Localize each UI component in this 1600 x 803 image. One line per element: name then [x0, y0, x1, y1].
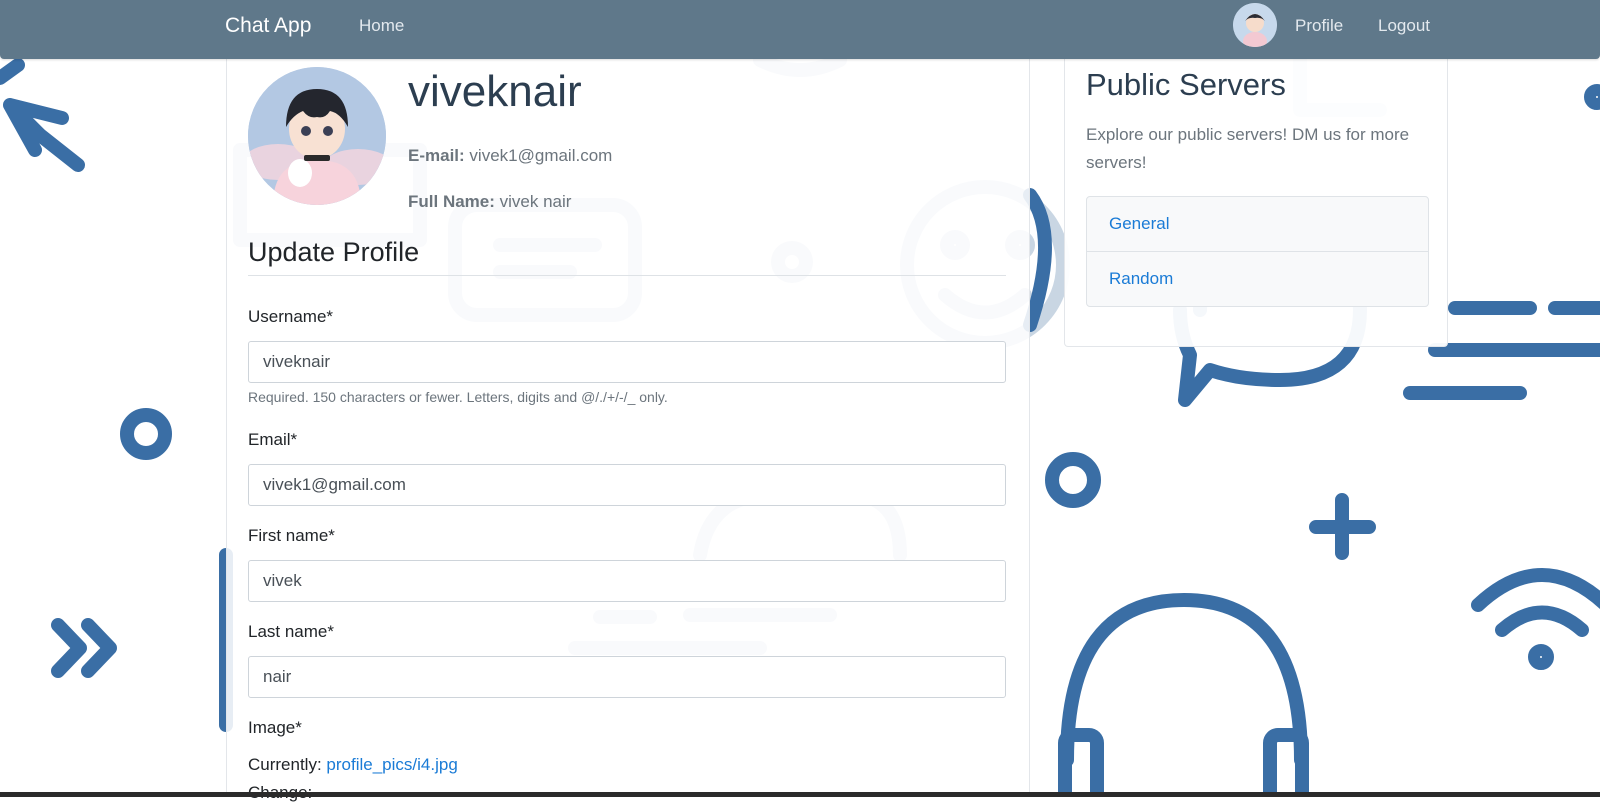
- profile-username: viveknair: [408, 67, 582, 116]
- public-servers-description: Explore our public servers! DM us for mo…: [1086, 125, 1410, 172]
- fast-forward-icon: [51, 618, 117, 678]
- fullname-value: vivek nair: [499, 192, 572, 211]
- top-navbar: Chat App Home Profile Logout: [0, 0, 1600, 59]
- public-servers-title: Public Servers: [1086, 67, 1286, 102]
- last-name-input[interactable]: [248, 656, 1006, 698]
- ring-icon: [120, 408, 172, 460]
- section-divider: [248, 275, 1006, 276]
- plus-icon: [1309, 493, 1376, 560]
- fullname-label: Full Name:: [408, 192, 495, 211]
- username-help-text: Required. 150 characters or fewer. Lette…: [248, 389, 668, 405]
- currently-label: Currently:: [248, 755, 322, 774]
- email-input[interactable]: [248, 464, 1006, 506]
- server-item-random[interactable]: Random: [1087, 251, 1428, 306]
- window-bottom-edge: [0, 792, 1600, 797]
- profile-avatar-image: [248, 67, 386, 205]
- current-image-link[interactable]: profile_pics/i4.jpg: [326, 755, 457, 774]
- email-label: E-mail:: [408, 146, 465, 165]
- update-profile-heading: Update Profile: [248, 237, 420, 267]
- username-field-label: Username*: [248, 307, 334, 326]
- image-field-label: Image*: [248, 718, 302, 737]
- nav-profile-link[interactable]: Profile: [1295, 16, 1343, 36]
- profile-email-line: E-mail: vivek1@gmail.com: [408, 146, 612, 166]
- user-avatar-icon[interactable]: [1233, 3, 1277, 47]
- email-field-label: Email*: [248, 430, 298, 449]
- brand-link[interactable]: Chat App: [225, 14, 311, 38]
- email-value: vivek1@gmail.com: [469, 146, 613, 165]
- profile-fullname-line: Full Name: vivek nair: [408, 192, 571, 212]
- cursor-arrow-icon: [3, 98, 85, 172]
- last-name-field-label: Last name*: [248, 622, 334, 641]
- server-item-general[interactable]: General: [1087, 197, 1428, 251]
- nav-logout-link[interactable]: Logout: [1378, 16, 1430, 36]
- current-image-line: Currently: profile_pics/i4.jpg: [248, 755, 458, 775]
- nav-home-link[interactable]: Home: [359, 16, 404, 36]
- ring-icon-right: [1045, 452, 1101, 508]
- first-name-field-label: First name*: [248, 526, 335, 545]
- wifi-icon: [1471, 568, 1600, 637]
- server-list: General Random: [1086, 196, 1429, 307]
- first-name-input[interactable]: [248, 560, 1006, 602]
- username-input[interactable]: [248, 341, 1006, 383]
